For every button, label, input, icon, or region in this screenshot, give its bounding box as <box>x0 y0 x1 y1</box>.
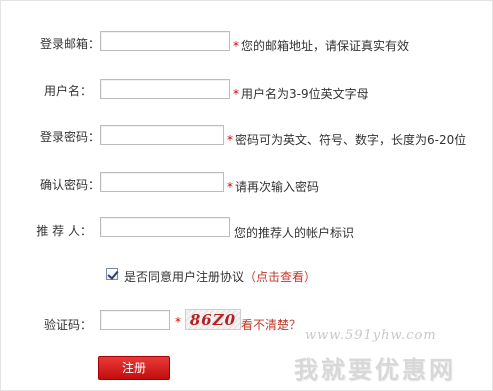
confirm-password-label: 确认密码： <box>39 178 100 192</box>
captcha-label: 验证码： <box>43 318 92 332</box>
username-label: 用户名： <box>43 84 92 98</box>
referrer-label: 推 荐 人： <box>36 224 92 238</box>
email-hint-text: 您的邮箱地址，请保证真实有效 <box>241 39 410 53</box>
required-star: * <box>233 87 239 101</box>
password-hint: * 密码可为英文、符号、数字，长度为6-20位 <box>227 131 466 148</box>
captcha-input[interactable] <box>100 310 170 330</box>
confirm-password-input[interactable] <box>100 172 224 192</box>
agreement-link[interactable]: （点击查看） <box>244 270 316 284</box>
agree-text: 是否同意用户注册协议（点击查看） <box>124 268 316 285</box>
agree-checkbox[interactable] <box>106 268 119 280</box>
checkmark-icon <box>107 268 119 280</box>
email-hint: * 您的邮箱地址，请保证真实有效 <box>233 37 409 54</box>
password-hint-text: 密码可为英文、符号、数字，长度为6-20位 <box>235 133 467 147</box>
required-star: * <box>175 315 181 329</box>
captcha-refresh-link[interactable]: 看不清楚？ <box>241 316 301 333</box>
email-label: 登录邮箱： <box>39 37 100 51</box>
referrer-hint: 您的推荐人的帐户标识 <box>234 226 355 240</box>
confirm-password-hint: * 请再次输入密码 <box>227 178 319 195</box>
watermark-url: www.591yhw.com <box>305 328 437 343</box>
required-star: * <box>227 180 233 194</box>
required-star: * <box>227 133 233 147</box>
required-star: * <box>233 39 239 53</box>
password-input[interactable] <box>100 125 224 145</box>
captcha-image[interactable]: 86Z0 <box>185 309 241 330</box>
password-label: 登录密码： <box>39 130 100 144</box>
confirm-password-hint-text: 请再次输入密码 <box>235 180 320 194</box>
register-button[interactable]: 注册 <box>98 356 170 380</box>
email-input[interactable] <box>100 31 230 51</box>
username-hint: * 用户名为3-9位英文字母 <box>233 85 369 102</box>
username-input[interactable] <box>100 79 230 99</box>
watermark-text: 我就要优惠网 <box>294 356 456 384</box>
username-hint-text: 用户名为3-9位英文字母 <box>241 87 369 101</box>
agree-label: 是否同意用户注册协议 <box>124 270 245 284</box>
referrer-input[interactable] <box>100 217 230 237</box>
